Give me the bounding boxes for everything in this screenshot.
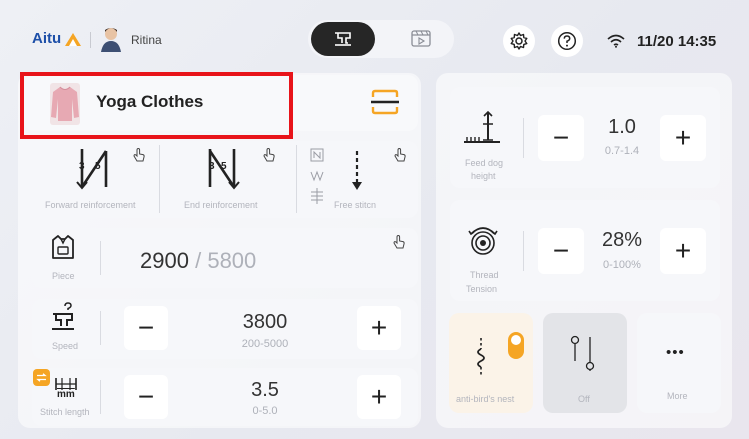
- feed-dog-icon: [464, 110, 500, 143]
- swap-badge[interactable]: [33, 369, 50, 386]
- help-icon: [557, 31, 577, 51]
- speed-increase-button[interactable]: +: [357, 306, 401, 350]
- feed-dog-decrease-button[interactable]: −: [538, 115, 584, 161]
- piece-count: 2900 / 5800: [140, 248, 256, 274]
- toggle-knob: [511, 335, 521, 345]
- thread-tension-decrease-button[interactable]: −: [538, 228, 584, 274]
- video-play-icon: [411, 30, 431, 47]
- off-label: Off: [578, 394, 590, 404]
- settings-button[interactable]: [503, 25, 535, 57]
- mode-video-tab[interactable]: [390, 22, 452, 56]
- user-avatar[interactable]: [99, 26, 123, 52]
- brand-name: Aitu: [32, 30, 62, 47]
- hand-pointer-icon: [263, 148, 275, 162]
- anti-bird-nest-label: anti-bird's nest: [456, 394, 515, 404]
- thread-tension-range: 0-100%: [603, 259, 641, 271]
- stitch-length-decrease-button[interactable]: −: [124, 375, 168, 419]
- shirt-icon: [52, 235, 74, 259]
- speed-range: 200-5000: [241, 338, 289, 350]
- piece-separator: /: [195, 248, 202, 273]
- hand-pointer-icon: [394, 148, 406, 162]
- stitch-length-value: 3.5: [251, 379, 279, 401]
- gear-icon: [510, 32, 528, 50]
- scan-icon[interactable]: [371, 89, 399, 115]
- hand-pointer-icon: [393, 235, 405, 249]
- thread-tension-value: 28%: [601, 229, 643, 251]
- stitch-length-unit: mm: [57, 389, 75, 400]
- end-number-b: 5: [221, 161, 227, 172]
- free-stitch-icon: [352, 151, 362, 190]
- brand-logo: Aitu: [32, 30, 83, 47]
- sewing-machine-icon: [335, 32, 351, 46]
- thread-tension-icon: [468, 227, 498, 255]
- feed-dog-increase-button[interactable]: +: [660, 115, 706, 161]
- reinforcement-divider-2: [296, 145, 297, 213]
- thread-tension-increase-button[interactable]: +: [660, 228, 706, 274]
- piece-label: Piece: [52, 271, 75, 281]
- more-label: More: [667, 391, 688, 401]
- end-number-a: 3: [209, 161, 215, 172]
- header-divider: [90, 32, 91, 48]
- help-button[interactable]: [551, 25, 583, 57]
- hand-pointer-icon: [133, 148, 145, 162]
- thread-tension-label-line1: Thread: [470, 270, 499, 280]
- stitch-length-label: Stitch length: [40, 407, 90, 417]
- swap-icon: [36, 373, 47, 382]
- end-reinforcement-label: End reinforcement: [184, 200, 258, 210]
- username[interactable]: Ritina: [131, 33, 162, 47]
- piece-total: 5800: [207, 248, 257, 273]
- stitch-mode-icons: [310, 148, 324, 204]
- speed-value: 3800: [242, 311, 288, 333]
- mode-sewing-tab[interactable]: [311, 22, 375, 56]
- feed-dog-value: 1.0: [608, 116, 636, 138]
- anti-bird-nest-toggle[interactable]: [508, 332, 524, 359]
- feed-dog-range: 0.7-1.4: [604, 145, 640, 157]
- off-icon: [570, 335, 595, 371]
- forward-number-b: 5: [95, 161, 101, 172]
- speed-label: Speed: [52, 341, 79, 351]
- stitch-length-increase-button[interactable]: +: [357, 375, 401, 419]
- piece-divider: [100, 241, 101, 275]
- forward-reinforcement-label: Forward reinforcement: [45, 200, 136, 210]
- thread-tension-divider: [523, 231, 524, 271]
- anti-bird-nest-icon: [477, 338, 485, 376]
- brand-mark-icon: [65, 32, 82, 46]
- speed-machine-icon: [52, 302, 74, 330]
- feed-dog-label-line2: height: [471, 171, 496, 181]
- feed-dog-label-line1: Feed dog: [465, 158, 504, 168]
- more-dots-icon: •••: [666, 344, 685, 361]
- reinforcement-divider-1: [159, 145, 160, 213]
- forward-number-a: 3: [79, 161, 85, 172]
- free-stitch-label: Free stitcn: [334, 200, 377, 210]
- speed-divider: [100, 311, 101, 345]
- datetime: 11/20 14:35: [637, 33, 717, 50]
- stitch-length-divider: [100, 380, 101, 414]
- thread-tension-label-line2: Tension: [466, 284, 498, 294]
- speed-decrease-button[interactable]: −: [124, 306, 168, 350]
- garment-highlight-box: [20, 72, 293, 139]
- feed-dog-divider: [523, 118, 524, 158]
- stitch-length-range: 0-5.0: [252, 405, 278, 417]
- wifi-icon: [607, 34, 625, 48]
- piece-current: 2900: [140, 248, 189, 273]
